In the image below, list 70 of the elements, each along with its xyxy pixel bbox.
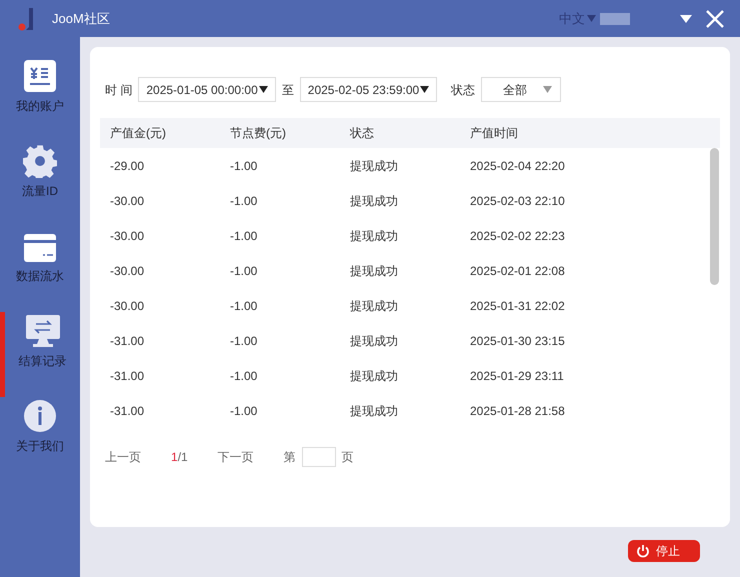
column-header: 状态 [350,125,375,142]
table-cell-text: 2025-02-01 22:08 [470,262,566,280]
time-label: 时 间 [105,82,132,98]
column-header: 节点费(元) [230,125,287,142]
table-cell-text: -1.00 [230,262,258,280]
table-cell-text: 2025-02-02 22:23 [470,228,566,244]
table-cell-text: 提现成功 [350,228,399,244]
end-date-field[interactable]: 2025-02-05 23:59:00 [300,77,438,102]
sidebar-item[interactable]: 数据流水 [0,227,80,312]
to-label: 至 [282,82,294,98]
logo-icon [16,6,36,30]
prev-page-link[interactable]: 上一页 [105,448,141,466]
table-cell-text: 提现成功 [350,298,399,314]
table-cell-text: 提现成功 [350,158,399,174]
table-cell-text: 提现成功 [350,402,399,420]
gear-icon [23,144,57,178]
table-cell-text: -1.00 [230,158,258,174]
dropdown-icon[interactable] [680,14,692,22]
caret-icon [258,86,268,93]
wallet-icon [23,59,57,93]
table-cell-text: -30.00 [110,298,146,314]
card-icon [23,233,57,263]
sidebar-item[interactable]: 结算记录 [0,312,80,397]
table-cell-text: -31.00 [110,402,146,420]
window-title: JooM社区 [52,10,110,28]
table-cell-text: -29.00 [110,158,146,174]
table-cell-text: -1.00 [230,402,258,420]
table-cell-text: -30.00 [110,228,146,244]
sidebar-item[interactable]: 关于我们 [0,397,80,482]
page-input[interactable] [302,447,336,467]
page-suffix: 页 [342,449,354,466]
table-cell-text: -1.00 [230,228,258,244]
table-cell-text: -1.00 [230,368,258,384]
table-cell-text: 2025-01-28 21:58 [470,402,566,420]
sidebar-item[interactable]: 流量ID [0,142,80,227]
caret-icon [420,86,430,93]
start-date-field[interactable]: 2025-01-05 00:00:00 [138,77,276,102]
table-cell-text: -31.00 [110,368,146,384]
close-icon[interactable] [706,10,724,28]
page-indicator: 1/1 [171,449,188,466]
blurred-area [600,12,630,24]
table-cell-text: 2025-02-03 22:10 [470,192,566,210]
table-cell-text: 2025-01-31 22:02 [470,298,566,314]
next-page-link[interactable]: 下一页 [218,448,254,466]
column-header: 产值金(元) [110,125,167,142]
power-icon [636,544,650,558]
table-cell-text: -31.00 [110,332,146,350]
scrollbar[interactable] [710,148,719,285]
table-cell-text: 提现成功 [350,368,399,384]
table-cell-text: -1.00 [230,298,258,314]
table-cell-text: 提现成功 [350,192,399,210]
table-cell-text: 提现成功 [350,332,399,350]
column-header: 产值时间 [470,125,519,142]
table-cell-text: 2025-01-30 23:15 [470,332,566,350]
sidebar-item[interactable]: 我的账户 [0,57,80,142]
caret-icon [543,86,552,93]
status-label: 状态 [451,82,476,98]
page-prefix: 第 [284,449,296,466]
table-cell-text: 提现成功 [350,262,399,280]
table-cell-text: 2025-02-04 22:20 [470,158,566,174]
caret-icon [587,15,596,22]
table-cell-text: -1.00 [230,332,258,350]
stop-button[interactable]: 停止 [628,540,700,562]
monitor-icon [24,314,60,348]
info-icon [23,399,57,433]
table-cell-text: -30.00 [110,262,146,280]
table-cell-text: -30.00 [110,192,146,210]
status-dropdown[interactable]: 全部 [481,77,562,102]
table-cell-text: -1.00 [230,192,258,210]
table-cell-text: 2025-01-29 23:11 [470,368,565,384]
